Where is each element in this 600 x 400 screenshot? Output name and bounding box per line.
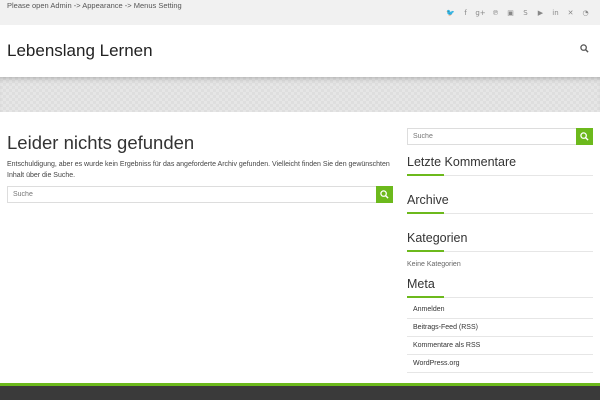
main-content: Leider nichts gefunden Entschuldigung, a… xyxy=(7,128,393,203)
facebook-icon[interactable]: f xyxy=(460,9,471,18)
main-search-form xyxy=(7,186,393,203)
menu-setup-notice: Please open Admin -> Appearance -> Menus… xyxy=(7,1,182,10)
site-title[interactable]: Lebenslang Lernen xyxy=(7,41,153,61)
search-icon xyxy=(380,190,389,199)
twitter-icon[interactable]: 🐦 xyxy=(445,9,456,18)
not-found-message: Entschuldigung, aber es wurde kein Ergeb… xyxy=(7,161,390,179)
sidebar-search-button[interactable] xyxy=(576,128,593,145)
googleplus-icon[interactable]: g+ xyxy=(475,9,486,18)
no-categories-text: Keine Kategorien xyxy=(407,261,461,268)
sidebar: Letzte Kommentare Archive Kategorien Kei… xyxy=(407,128,593,373)
sidebar-search-form xyxy=(407,128,593,145)
social-icons: 🐦 f g+ ℗ ▣ S ▶ in ✕ ◔ xyxy=(445,9,591,18)
pinterest-icon[interactable]: ℗ xyxy=(490,9,501,18)
meta-link-wordpress[interactable]: WordPress.org xyxy=(407,355,593,373)
sidebar-search-input[interactable] xyxy=(408,129,575,144)
main-search-button[interactable] xyxy=(376,186,393,203)
widget-title-recent-comments: Letzte Kommentare xyxy=(407,155,593,176)
pattern-banner xyxy=(0,77,600,112)
site-header: Lebenslang Lernen xyxy=(0,25,600,77)
skype-icon[interactable]: S xyxy=(520,9,531,18)
meta-link-login[interactable]: Anmelden xyxy=(407,301,593,319)
meta-links: Anmelden Beitrags-Feed (RSS) Kommentare … xyxy=(407,301,593,373)
search-icon xyxy=(580,132,589,141)
top-bar: Please open Admin -> Appearance -> Menus… xyxy=(0,0,600,25)
page-title: Leider nichts gefunden xyxy=(7,132,195,153)
widget-title-archive: Archive xyxy=(407,193,593,214)
site-footer xyxy=(0,383,600,400)
widget-title-meta: Meta xyxy=(407,277,593,298)
widget-title-categories: Kategorien xyxy=(407,231,593,252)
flickr-icon[interactable]: ▣ xyxy=(505,9,516,18)
xing-icon[interactable]: ✕ xyxy=(565,9,576,18)
youtube-icon[interactable]: ▶ xyxy=(535,9,546,18)
linkedin-icon[interactable]: in xyxy=(550,9,561,18)
search-icon[interactable] xyxy=(580,44,589,53)
main-search-input[interactable] xyxy=(8,187,375,202)
rss-icon[interactable]: ◔ xyxy=(580,9,591,18)
meta-link-posts-feed[interactable]: Beitrags-Feed (RSS) xyxy=(407,319,593,337)
meta-link-comments-feed[interactable]: Kommentare als RSS xyxy=(407,337,593,355)
